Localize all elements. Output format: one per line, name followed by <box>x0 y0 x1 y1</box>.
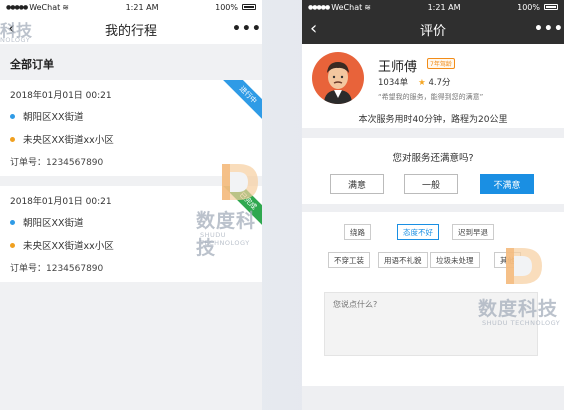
driver-quote: “希望我的服务，能得到您的满意” <box>378 93 484 101</box>
battery-label: 100% <box>517 2 540 12</box>
choice-average-button[interactable]: 一般 <box>404 174 458 194</box>
battery-icon <box>544 4 558 10</box>
driver-name: 王师傅 <box>378 60 418 75</box>
signal-icon: ●●●●● <box>6 3 28 11</box>
driver-profile: 王师傅 7年驾龄 1034单 ★ 4.7分 “希望我的服务，能得到您的满意” 本… <box>302 44 564 128</box>
wifi-icon: ≋ <box>62 2 69 12</box>
status-time: 1:21 AM <box>125 2 159 12</box>
watermark-brand-sub: SHUDU TECHNOLOGY <box>200 231 250 247</box>
star-icon: ★ <box>418 78 426 88</box>
page-title: 我的行程 <box>104 23 157 39</box>
more-button[interactable]: ••• <box>232 21 261 37</box>
watermark-brand-sub: SHUDU TECHNOLOGY <box>482 319 561 327</box>
status-time: 1:21 AM <box>427 2 461 12</box>
experience-badge: 7年驾龄 <box>427 58 455 69</box>
tag-bad-attitude[interactable]: 态度不好 <box>397 224 439 240</box>
destination-dot-icon <box>10 136 15 142</box>
order-count: 1034单 <box>378 78 409 88</box>
screenshot-stage: ●●●●● WeChat ≋ 1:21 AM 100% ‹ 我的行程 ••• 全… <box>0 0 564 410</box>
choice-unsatisfied-button[interactable]: 不满意 <box>480 174 534 194</box>
wifi-icon: ≋ <box>364 2 371 12</box>
order-number: 订单号：1234567890 <box>10 264 104 274</box>
nav-bar: ‹ 评价 ••• <box>302 14 564 44</box>
more-button[interactable]: ••• <box>534 21 563 37</box>
brand-logo-icon <box>222 164 258 200</box>
driver-rating: 4.7分 <box>428 78 451 88</box>
trip-origin: 朝阳区XX街道 <box>23 112 84 123</box>
status-bar: ●●●●● WeChat ≋ 1:21 AM 100% <box>0 0 262 14</box>
review-screen: ●●●●● WeChat ≋ 1:21 AM 100% ‹ 评价 ••• 王师傅… <box>302 0 564 410</box>
carrier-label: WeChat <box>29 2 61 12</box>
page-title: 评价 <box>419 23 446 39</box>
tag-detour[interactable]: 绕路 <box>344 224 371 240</box>
back-button[interactable]: ‹ <box>310 20 332 38</box>
tag-impolite[interactable]: 用语不礼貌 <box>378 252 428 268</box>
origin-dot-icon <box>10 219 15 225</box>
trip-time: 2018年01月01日 00:21 <box>10 91 112 101</box>
destination-dot-icon <box>10 242 15 248</box>
brand-logo-icon <box>506 248 542 284</box>
trips-screen: ●●●●● WeChat ≋ 1:21 AM 100% ‹ 我的行程 ••• 全… <box>0 0 262 410</box>
satisfaction-question: 您对服务还满意吗? <box>392 153 474 164</box>
tag-garbage[interactable]: 垃圾未处理 <box>430 252 480 268</box>
watermark-corner-sub: NOLOGY <box>0 36 31 44</box>
signal-icon: ●●●●● <box>308 3 330 11</box>
section-title: 全部订单 <box>10 58 54 71</box>
order-number: 订单号：1234567890 <box>10 158 104 168</box>
service-summary: 本次服务用时40分钟，路程为20公里 <box>358 115 508 125</box>
origin-dot-icon <box>10 113 15 119</box>
nav-bar: ‹ 我的行程 ••• <box>0 14 262 44</box>
carrier-label: WeChat <box>331 2 363 12</box>
watermark-brand: 数度科技 <box>478 298 559 320</box>
status-bar: ●●●●● WeChat ≋ 1:21 AM 100% <box>302 0 564 14</box>
tag-no-uniform[interactable]: 不穿工装 <box>328 252 370 268</box>
battery-icon <box>242 4 256 10</box>
trip-origin: 朝阳区XX街道 <box>23 218 84 229</box>
tag-late[interactable]: 迟到早退 <box>452 224 494 240</box>
driver-avatar <box>312 52 364 104</box>
trip-destination: 未央区XX街道xx小区 <box>23 135 114 146</box>
trip-destination: 未央区XX街道xx小区 <box>23 241 114 252</box>
satisfaction-section: 您对服务还满意吗? 满意 一般 不满意 <box>302 138 564 204</box>
battery-label: 100% <box>215 2 238 12</box>
choice-satisfied-button[interactable]: 满意 <box>330 174 384 194</box>
